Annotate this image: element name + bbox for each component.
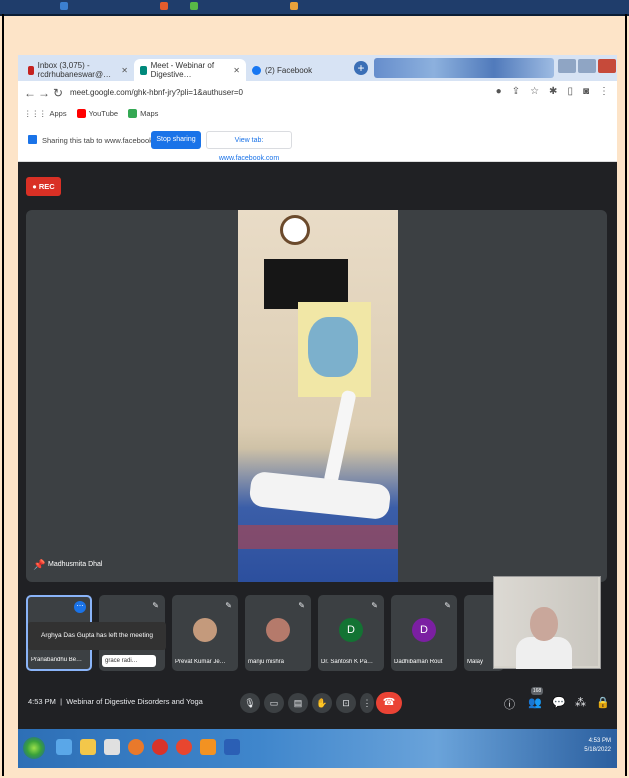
pin-icon[interactable]: 📌 (33, 560, 45, 571)
tab-label: Inbox (3,075) - rcdrhubaneswar@… (37, 61, 112, 79)
address-bar-row: ← → ↻ meet.google.com/ghk-hbnf-jry?pli=1… (18, 81, 617, 106)
extension-icons: ● ⇪ ☆ ✱ ▯ ◙ ⋮ (496, 86, 609, 97)
profile-icon[interactable]: ◙ (583, 86, 589, 97)
star-icon[interactable]: ☆ (530, 86, 539, 97)
participant-name: Dadhibaman Rout (394, 659, 443, 665)
participant-tile[interactable]: ✎ Prevat Kumar Je… (172, 595, 238, 671)
ie-icon[interactable] (56, 739, 72, 755)
tab-label: Meet - Webinar of Digestive… (150, 61, 215, 79)
chat-icon[interactable]: 💬 (552, 696, 566, 709)
start-button[interactable] (23, 737, 45, 759)
apps-grid-icon: ⋮⋮⋮ (24, 108, 47, 118)
sidebar-icon[interactable]: ▯ (567, 86, 573, 97)
mic-off-icon: ✎ (371, 601, 378, 610)
info-icon[interactable]: ⓘ (504, 696, 515, 712)
captions-button[interactable]: ▤ (288, 693, 308, 713)
camera-icon[interactable]: ● (496, 86, 502, 97)
tab-sharing-bar: Sharing this tab to www.facebook.com Sto… (18, 121, 617, 162)
system-tray[interactable]: 4:53 PM 5/18/2022 (584, 737, 611, 755)
close-icon[interactable]: ✕ (121, 66, 128, 75)
participant-name: Dr. Santosh K Pa… (321, 659, 374, 665)
screen-share-icon (28, 135, 37, 144)
close-icon[interactable]: ✕ (233, 66, 240, 75)
participant-tile[interactable]: ✎ D Dadhibaman Rout (391, 595, 457, 671)
participant-tile[interactable]: ✎ D Dr. Santosh K Pa… (318, 595, 384, 671)
host-controls-icon[interactable]: 🔒 (596, 696, 610, 709)
participant-name: Pranabandhu Be… (31, 657, 83, 663)
meeting-info: 4:53 PM | Webinar of Digestive Disorders… (28, 697, 203, 706)
close-window-button[interactable] (598, 59, 616, 73)
minimize-button[interactable] (558, 59, 576, 73)
gmail-icon (28, 65, 34, 75)
reload-icon[interactable]: ↻ (53, 86, 63, 100)
participant-name: grace radi… (102, 655, 156, 667)
participant-tile[interactable]: ✎ manju mishra (245, 595, 311, 671)
microphone-button[interactable]: 🎙 (240, 693, 260, 713)
participant-count-badge: 168 (531, 687, 543, 695)
new-tab-button[interactable]: + (354, 61, 368, 75)
mic-off-icon: ✎ (298, 601, 305, 610)
maximize-button[interactable] (578, 59, 596, 73)
tab-label: (2) Facebook (265, 65, 313, 75)
word-icon[interactable] (224, 739, 240, 755)
chrome-icon[interactable] (176, 739, 192, 755)
tab-strip-background (374, 58, 554, 78)
back-arrow-icon[interactable]: ← (24, 86, 36, 100)
floor-image (238, 525, 398, 549)
avatar: D (339, 618, 363, 642)
folder-icon[interactable] (80, 739, 96, 755)
left-meeting-toast: Arghya Das Gupta has left the meeting (28, 622, 166, 650)
recording-badge: ● REC (26, 177, 61, 196)
presenter-name: Madhusmita Dhal (48, 561, 103, 568)
url-field[interactable]: meet.google.com/ghk-hbnf-jry?pli=1&authu… (70, 85, 500, 101)
maps-icon (128, 108, 138, 118)
people-icon[interactable]: 👥 (528, 696, 542, 709)
browser-tab-bar: Inbox (3,075) - rcdrhubaneswar@… ✕ Meet … (18, 55, 617, 81)
mic-off-icon: ✎ (152, 601, 159, 610)
wall-clock-image (280, 215, 310, 245)
participant-name: manju mishra (248, 659, 285, 665)
view-tab-button[interactable]: View tab: www.facebook.com (206, 131, 292, 162)
more-options-button[interactable]: ⋮ (360, 693, 374, 713)
media-icon[interactable] (104, 739, 120, 755)
avatar (193, 618, 217, 642)
vlc-icon[interactable] (200, 739, 216, 755)
facebook-icon (252, 65, 261, 75)
firefox-icon[interactable] (128, 739, 144, 755)
bookmark-youtube[interactable]: YouTube (76, 108, 118, 118)
bookmark-apps[interactable]: ⋮⋮⋮ Apps (24, 109, 67, 118)
self-view-video[interactable] (493, 576, 601, 669)
tab-facebook[interactable]: (2) Facebook (246, 59, 346, 81)
opera-icon[interactable] (152, 739, 168, 755)
bookmarks-bar: ⋮⋮⋮ Apps YouTube Maps (18, 105, 617, 121)
mic-off-icon: ✎ (444, 601, 451, 610)
youtube-icon (76, 108, 86, 118)
bookmark-maps[interactable]: Maps (128, 108, 158, 118)
meet-screenshot: Inbox (3,075) - rcdrhubaneswar@… ✕ Meet … (18, 55, 617, 768)
stop-sharing-button[interactable]: Stop sharing (151, 131, 201, 149)
tray-date: 5/18/2022 (584, 747, 611, 753)
leave-call-button[interactable]: ☎ (376, 692, 402, 714)
tray-time: 4:53 PM (588, 738, 611, 744)
avatar (266, 618, 290, 642)
tab-gmail[interactable]: Inbox (3,075) - rcdrhubaneswar@… ✕ (22, 59, 134, 81)
avatar: D (412, 618, 436, 642)
windows-taskbar: 4:53 PM 5/18/2022 (18, 729, 617, 768)
forward-arrow-icon[interactable]: → (38, 86, 50, 100)
share-icon[interactable]: ⇪ (512, 86, 520, 97)
present-button[interactable]: ⊡ (336, 693, 356, 713)
more-options-icon[interactable]: ⋯ (74, 601, 86, 613)
mic-off-icon: ✎ (225, 601, 232, 610)
menu-icon[interactable]: ⋮ (599, 86, 609, 97)
participant-name: Prevat Kumar Je… (175, 659, 226, 665)
camera-button[interactable]: ▭ (264, 693, 284, 713)
meet-control-bar: 4:53 PM | Webinar of Digestive Disorders… (18, 683, 617, 723)
puzzle-icon[interactable]: ✱ (549, 86, 557, 97)
raise-hand-button[interactable]: ✋ (312, 693, 332, 713)
activities-icon[interactable]: ⁂ (575, 696, 586, 709)
meet-icon (140, 65, 147, 75)
banner-emblem-image (308, 317, 358, 377)
tab-meet[interactable]: Meet - Webinar of Digestive… ✕ (134, 59, 246, 81)
